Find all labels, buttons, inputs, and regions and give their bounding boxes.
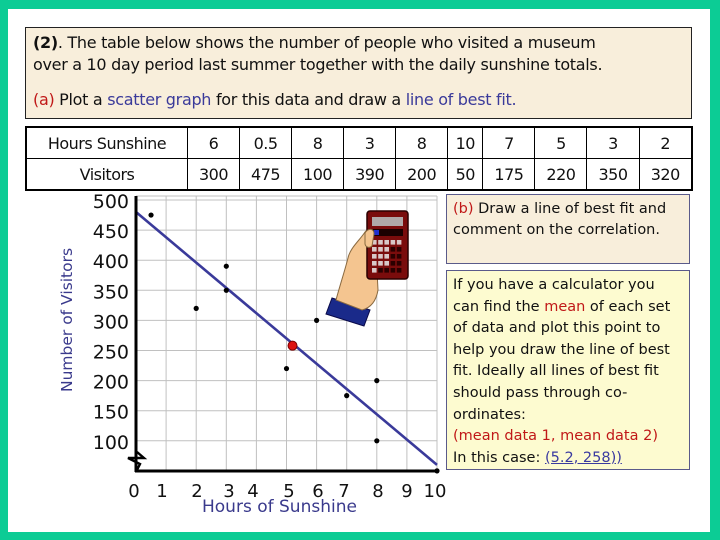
- calculator-display: [372, 217, 403, 226]
- x-tick-label: 2: [191, 481, 202, 502]
- calculator-key: [390, 261, 396, 266]
- x-tick-label: 1: [156, 481, 167, 502]
- calculator-key: [396, 254, 402, 259]
- data-point: [148, 212, 154, 218]
- mean-point: [287, 340, 298, 351]
- data-point: [223, 287, 229, 293]
- mean-coordinates: (5.2, 258)): [544, 449, 622, 466]
- calculator-key: [378, 247, 383, 252]
- calculator-key: [396, 240, 402, 245]
- calculator-blue-key: [374, 230, 379, 235]
- y-tick-labels: 500 450 400 350 300 250 200 150 100: [93, 191, 129, 454]
- y-tick-label: 250: [93, 342, 129, 364]
- mean-formula: (mean data 1, mean data 2): [453, 428, 658, 445]
- y-tick-label: 450: [93, 221, 129, 243]
- calculator-key: [372, 254, 377, 259]
- data-point: [374, 438, 380, 444]
- y-tick-label: 150: [93, 402, 129, 424]
- y-tick-label: 100: [93, 432, 129, 454]
- calculator-key: [372, 268, 377, 273]
- calculator-key: [378, 261, 383, 266]
- calculator-key: [384, 268, 389, 273]
- data-point: [314, 317, 320, 323]
- part-b-text: Draw a line of best fit and comment on t…: [453, 201, 667, 238]
- calculator-key: [396, 261, 402, 266]
- x-tick-label: 0: [128, 481, 139, 502]
- calculator-key: [384, 247, 389, 252]
- calculator-key: [384, 261, 389, 266]
- calculator-key: [378, 240, 383, 245]
- calculator-key: [390, 240, 396, 245]
- calculator-key: [384, 254, 389, 259]
- y-axis-label: Number of Visitors: [58, 247, 76, 392]
- calculator-key: [396, 268, 402, 273]
- calculator-key: [390, 247, 396, 252]
- data-point: [283, 365, 290, 372]
- case-label: In this case:: [453, 449, 545, 466]
- data-point: [193, 305, 199, 311]
- part-b-box: (b) Draw a line of best fit and comment …: [446, 194, 690, 264]
- mean-hint-box: If you have a calculator you can find th…: [446, 270, 690, 470]
- x-axis-label: Hours of Sunshine: [202, 497, 357, 517]
- mean-highlight: mean: [544, 298, 586, 315]
- x-tick-label: 8: [372, 481, 383, 502]
- calculator-key: [390, 268, 396, 273]
- calculator-key: [372, 261, 377, 266]
- calculator-key: [378, 254, 383, 259]
- y-tick-label: 500: [93, 191, 129, 213]
- y-tick-label: 200: [93, 372, 129, 394]
- info-text-2: of each set of data and plot this point …: [453, 298, 671, 423]
- y-tick-label: 350: [93, 281, 129, 303]
- calculator-key: [384, 240, 389, 245]
- part-b-label: (b): [453, 201, 474, 217]
- calculator-hand-illustration: [325, 210, 409, 327]
- calculator-key: [390, 254, 396, 259]
- calculator-key: [378, 268, 383, 273]
- calculator-key: [396, 247, 402, 252]
- data-point: [223, 263, 229, 269]
- x-tick-label: 10: [424, 481, 447, 502]
- y-tick-label: 300: [93, 311, 129, 333]
- data-point: [344, 393, 350, 399]
- thumb: [364, 228, 375, 248]
- calculator-key: [372, 247, 377, 252]
- data-point: [374, 378, 380, 384]
- y-tick-label: 400: [93, 251, 129, 273]
- x-tick-label: 9: [401, 481, 412, 502]
